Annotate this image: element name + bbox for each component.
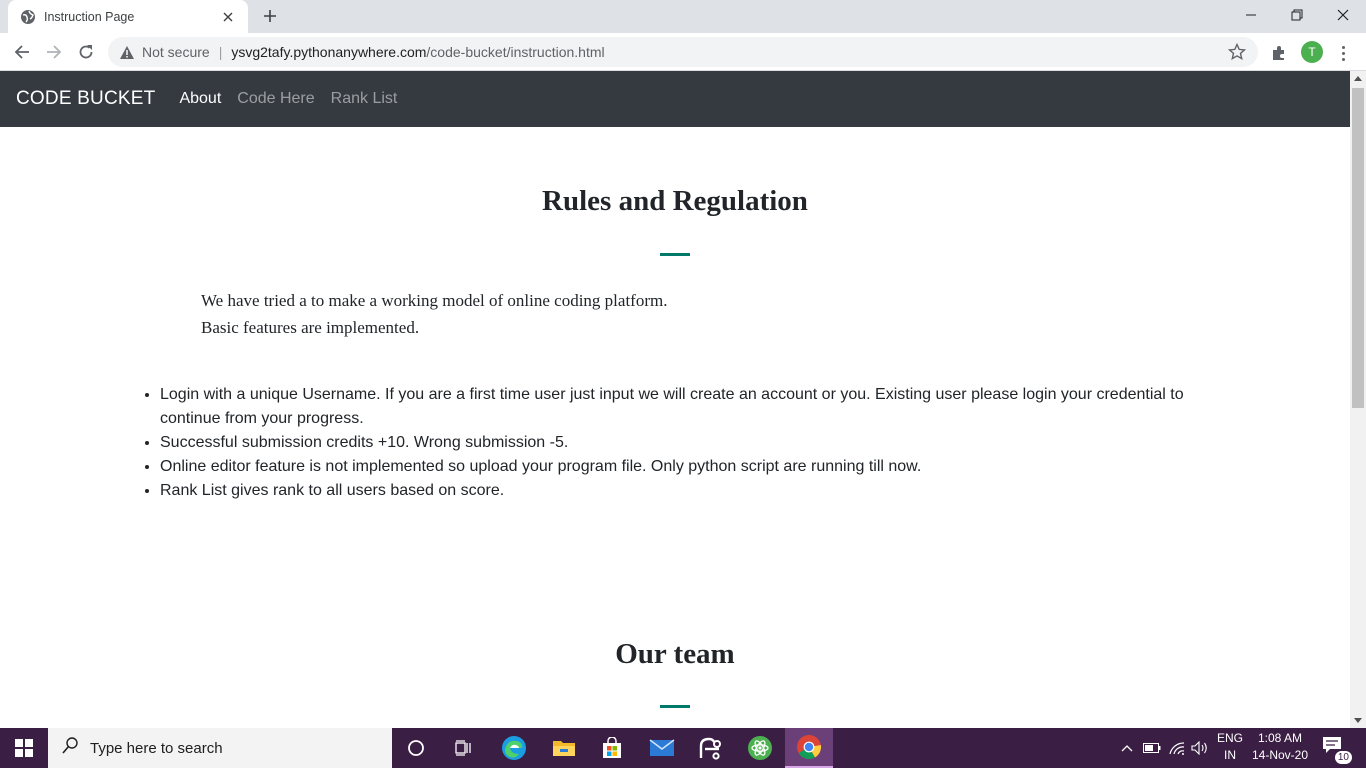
edge-browser-icon[interactable] [490,728,538,768]
windows-taskbar: Type here to search ENG IN 1:08 AM 14-No… [0,728,1366,768]
security-label[interactable]: Not secure [142,44,210,60]
url-path: /code-bucket/instruction.html [426,44,605,60]
search-icon [62,736,78,760]
page-scrollbar[interactable] [1350,71,1366,728]
task-view-icon[interactable] [440,728,488,768]
system-clock[interactable]: 1:08 AM 14-Nov-20 [1248,730,1312,764]
team-heading: Our team [615,638,735,670]
site-navbar: CODE BUCKET About Code Here Rank List [0,71,1350,127]
page-viewport: CODE BUCKET About Code Here Rank List Ru… [0,71,1350,728]
wifi-icon[interactable] [1166,728,1188,768]
restore-icon[interactable] [1274,0,1320,30]
rule-item: Successful submission credits +10. Wrong… [160,431,1190,455]
tab-strip: Instruction Page [0,0,1366,33]
scroll-down-arrow-icon[interactable] [1354,718,1362,723]
intro-line: We have tried a to make a working model … [201,291,668,310]
rule-item: Login with a unique Username. If you are… [160,383,1190,431]
clock-time: 1:08 AM [1257,731,1303,745]
close-window-icon[interactable] [1320,0,1366,30]
bookmark-star-icon[interactable] [1227,42,1247,61]
app-network-icon[interactable] [686,728,734,768]
profile-avatar[interactable]: T [1301,41,1323,63]
site-brand[interactable]: CODE BUCKET [16,88,155,110]
intro-text: We have tried a to make a working model … [201,287,667,341]
url-separator: | [218,44,223,60]
scrollbar-thumb[interactable] [1352,88,1364,408]
intro-line: Basic features are implemented. [201,318,420,337]
taskbar-search-box[interactable]: Type here to search [48,728,392,768]
scroll-up-arrow-icon[interactable] [1354,76,1362,81]
volume-icon[interactable] [1190,728,1210,768]
team-divider [660,705,690,708]
globe-icon [20,9,36,25]
nav-link-rank-list[interactable]: Rank List [331,90,398,108]
rules-list: Login with a unique Username. If you are… [160,383,1190,503]
browser-menu-icon[interactable] [1334,42,1352,64]
atom-app-icon[interactable] [736,728,784,768]
nav-link-about[interactable]: About [179,90,221,108]
rules-heading: Rules and Regulation [542,185,808,217]
url-host: ysvg2tafy.pythonanywhere.com [231,44,427,60]
forward-icon[interactable] [40,38,68,66]
extensions-puzzle-icon[interactable] [1268,42,1290,64]
notification-center-icon[interactable]: 10 [1322,736,1352,764]
back-icon[interactable] [8,38,36,66]
browser-tab[interactable]: Instruction Page [8,0,248,33]
address-bar[interactable]: Not secure | ysvg2tafy.pythonanywhere.co… [108,37,1258,67]
minimize-icon[interactable] [1228,0,1274,30]
tray-chevron-up-icon[interactable] [1118,728,1136,768]
windows-start-icon[interactable] [0,728,48,768]
reload-icon[interactable] [72,38,100,66]
mail-icon[interactable] [638,728,686,768]
tab-title: Instruction Page [44,9,135,24]
microsoft-store-icon[interactable] [588,728,636,768]
nav-link-code-here[interactable]: Code Here [237,90,314,108]
search-placeholder: Type here to search [90,739,223,757]
rule-item: Online editor feature is not implemented… [160,455,1190,479]
language-indicator[interactable]: ENG IN [1212,730,1248,764]
chrome-icon[interactable] [785,728,833,768]
file-explorer-icon[interactable] [540,728,588,768]
notification-badge: 10 [1334,751,1352,764]
rule-item: Rank List gives rank to all users based … [160,479,1190,503]
language-code: ENG [1216,731,1243,745]
heading-divider [660,253,690,256]
cortana-icon[interactable] [392,728,440,768]
battery-icon[interactable] [1142,728,1162,768]
warning-icon[interactable] [118,43,136,61]
browser-toolbar: Not secure | ysvg2tafy.pythonanywhere.co… [0,33,1366,71]
clock-date: 14-Nov-20 [1251,748,1309,762]
close-tab-icon[interactable] [220,9,236,25]
new-tab-icon[interactable] [258,4,282,28]
region-code: IN [1224,748,1236,762]
